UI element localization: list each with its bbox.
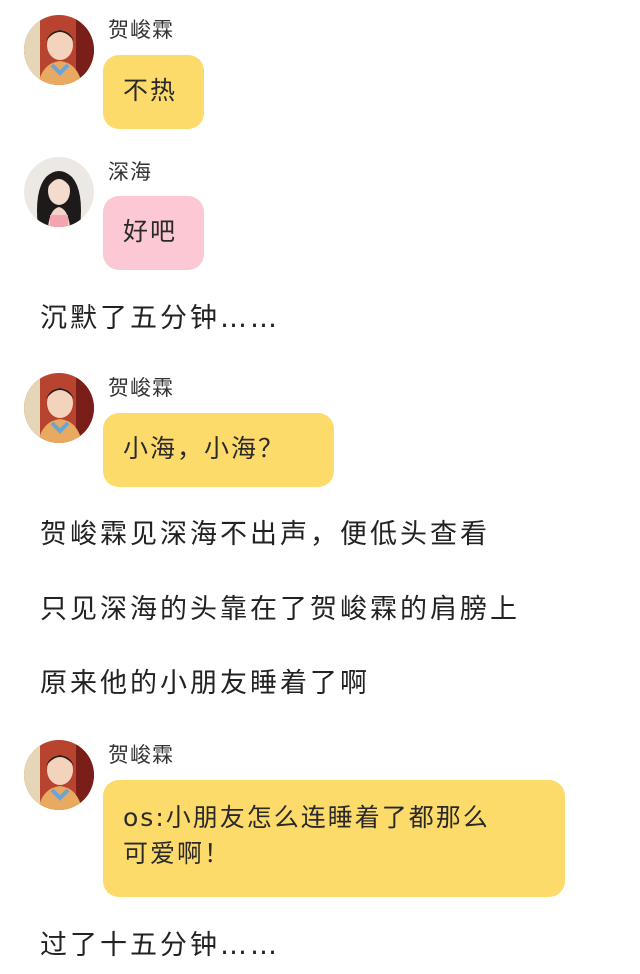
girl-avatar[interactable] <box>24 157 94 227</box>
message-text: 不热 <box>123 76 178 105</box>
message-text: 好吧 <box>123 217 178 246</box>
narration-text: 沉默了五分钟…… <box>40 303 280 334</box>
message-bubble[interactable]: 小海，小海？ <box>103 413 334 487</box>
boy-avatar[interactable] <box>24 15 94 85</box>
message-bubble[interactable]: os:小朋友怎么连睡着了都那么 可爱啊！ <box>103 780 565 897</box>
speaker-name: 贺峻霖 <box>108 18 174 42</box>
boy-avatar[interactable] <box>24 740 94 810</box>
speaker-name: 贺峻霖 <box>108 743 174 767</box>
message-bubble[interactable]: 不热 <box>103 55 204 129</box>
narration-text: 过了十五分钟…… <box>40 930 280 961</box>
narration-text: 原来他的小朋友睡着了啊 <box>40 668 370 699</box>
narration-text: 只见深海的头靠在了贺峻霖的肩膀上 <box>40 594 520 625</box>
message-text-line: os:小朋友怎么连睡着了都那么 <box>123 803 490 832</box>
boy-avatar[interactable] <box>24 373 94 443</box>
message-text: 小海，小海？ <box>123 434 286 463</box>
narration-text: 贺峻霖见深海不出声，便低头查看 <box>40 519 490 550</box>
speaker-name: 深海 <box>108 160 152 184</box>
speaker-name: 贺峻霖 <box>108 376 174 400</box>
message-bubble[interactable]: 好吧 <box>103 196 204 270</box>
message-text-line: 可爱啊！ <box>123 839 232 868</box>
